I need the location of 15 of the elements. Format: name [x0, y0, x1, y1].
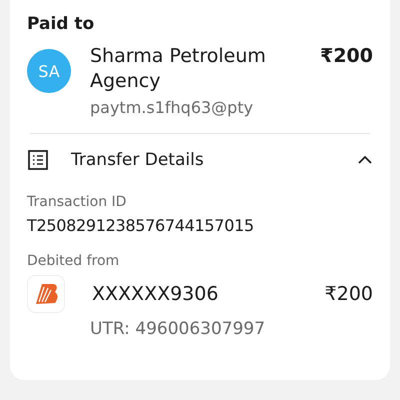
field-label: Transaction ID — [27, 194, 128, 210]
amount: ₹200 — [320, 45, 373, 69]
utr-number: UTR: 496006307997 — [90, 319, 266, 339]
chevron-icon[interactable] — [357, 155, 373, 165]
list-icon — [27, 150, 49, 170]
amount: ₹200 — [324, 283, 373, 305]
upi-id: paytm.s1fhq63@pty — [90, 98, 254, 117]
account-number: XXXXXX9306 — [92, 283, 220, 305]
field-label: Debited from — [27, 253, 120, 269]
transaction-id: T2508291238576744157015 — [27, 216, 255, 235]
section-heading: Paid to — [27, 14, 96, 34]
avatar: SA — [27, 49, 71, 93]
section-title: Transfer Details — [71, 150, 205, 170]
payee-name: Sharma Petroleum Agency — [90, 44, 267, 94]
bank-logo — [27, 275, 65, 313]
